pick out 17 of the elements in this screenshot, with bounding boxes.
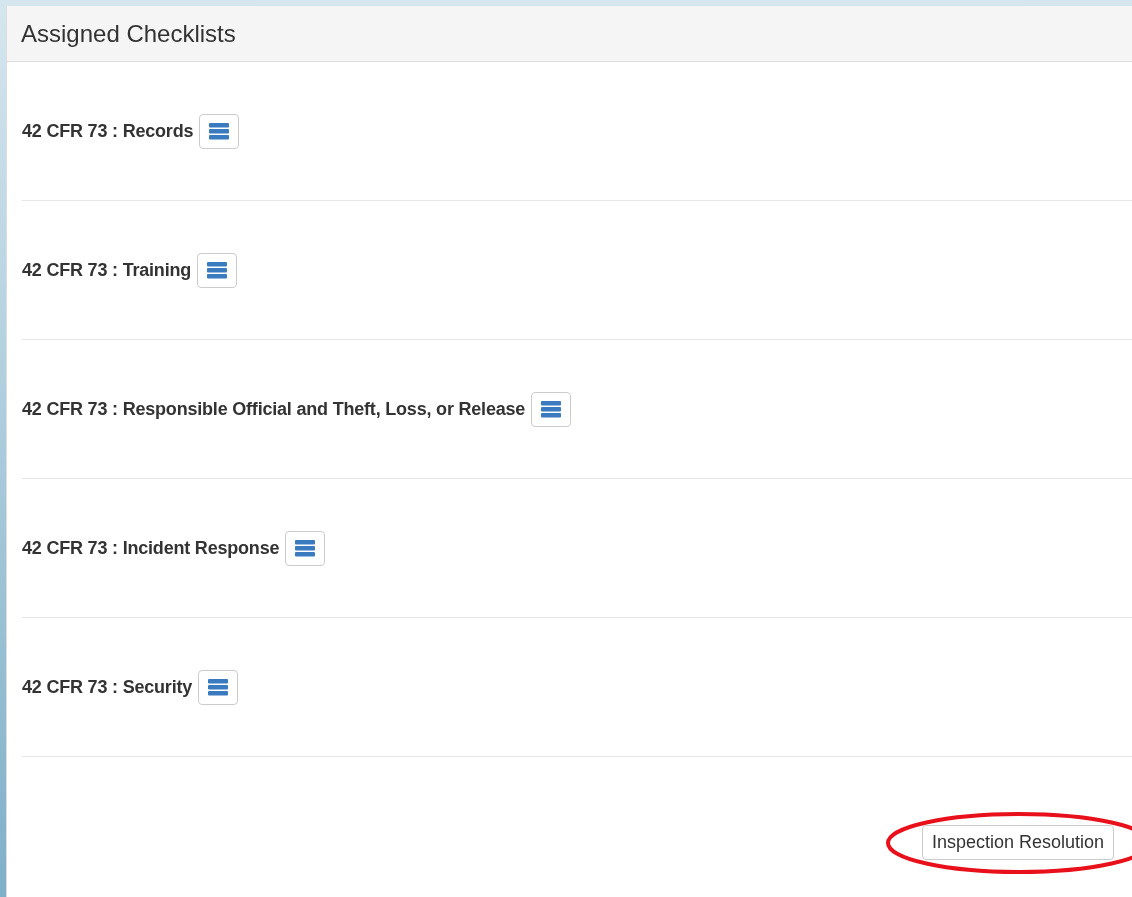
list-icon [207,261,228,279]
details-button[interactable] [285,530,326,566]
checklist-title: 42 CFR 73 : Records [22,120,194,142]
checklist-title: 42 CFR 73 : Incident Response [22,537,280,559]
details-button[interactable] [199,113,240,149]
list-icon [209,122,230,140]
list-icon [295,539,316,557]
panel-title: Assigned Checklists [21,19,236,48]
list-icon [541,400,562,418]
list-icon [208,678,229,696]
details-button[interactable] [197,252,238,288]
inspection-resolution-button[interactable]: Inspection Resolution [921,825,1114,860]
checklist-title: 42 CFR 73 : Security [22,676,193,698]
checklist-title: 42 CFR 73 : Responsible Official and Theft, Loss, or Release [22,398,526,420]
checklist-title: 42 CFR 73 : Training [22,259,192,281]
details-button[interactable] [531,391,572,427]
details-button[interactable] [198,669,239,705]
